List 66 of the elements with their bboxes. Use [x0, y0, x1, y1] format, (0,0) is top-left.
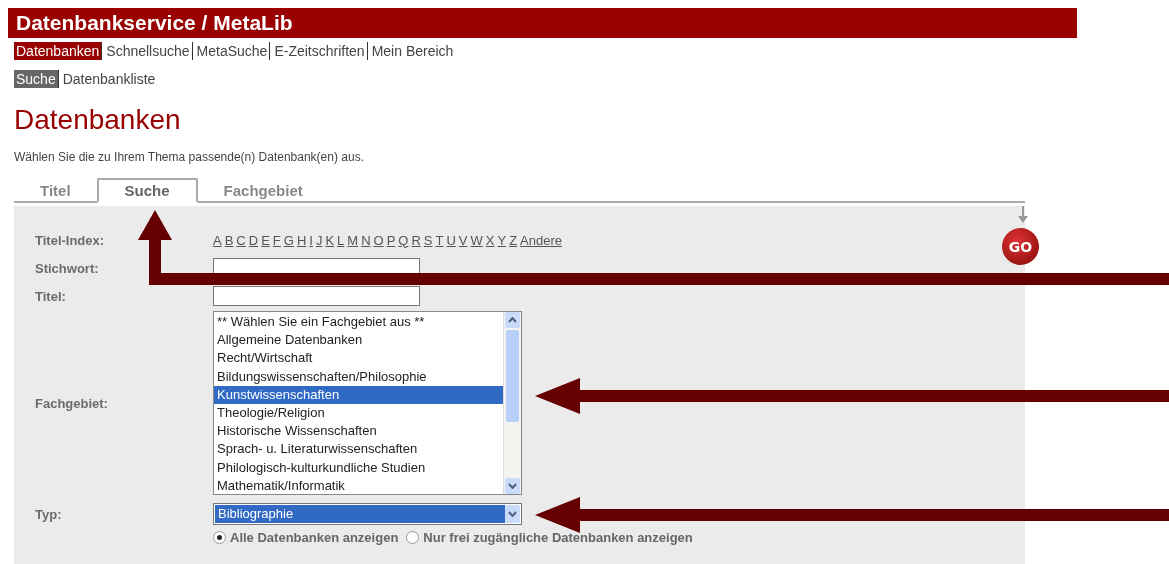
index-link[interactable]: D	[248, 232, 259, 248]
list-option[interactable]: Philologisch-kulturkundliche Studien	[214, 458, 503, 477]
tab[interactable]: Fachgebiet	[197, 182, 329, 201]
subnav-link[interactable]: Datenbankliste	[60, 70, 158, 88]
field-label: Titel-Index:	[35, 232, 106, 248]
index-link[interactable]: T	[435, 232, 444, 248]
go-button[interactable]: GO	[1002, 228, 1039, 265]
index-link[interactable]: O	[373, 232, 384, 248]
index-link[interactable]: V	[458, 232, 468, 248]
list-option[interactable]: Theologie/Religion	[214, 404, 503, 423]
index-link[interactable]: M	[347, 232, 359, 248]
subject-listbox[interactable]	[213, 311, 522, 495]
index-link[interactable]: C	[236, 232, 246, 248]
nav-link[interactable]: Mein Bereich	[369, 42, 456, 60]
radio-button[interactable]	[213, 531, 226, 544]
field-label: Stichwort:	[35, 260, 100, 276]
list-option[interactable]: Bildungswissenschaften/Philosophie	[214, 367, 503, 386]
radio-option[interactable]: Nur frei zugängliche Datenbanken anzeigen	[406, 530, 693, 545]
type-dropdown[interactable]: Bibliographie	[213, 503, 522, 525]
field-label: Fachgebiet:	[35, 395, 109, 411]
list-option[interactable]: Mathematik/Informatik	[214, 476, 503, 496]
list-option[interactable]: Historische Wissenschaften	[214, 422, 503, 441]
field-label: Titel:	[35, 288, 67, 304]
index-link[interactable]: F	[272, 232, 281, 248]
index-link[interactable]: J	[315, 232, 323, 248]
index-link[interactable]: L	[337, 232, 345, 248]
index-link[interactable]: I	[309, 232, 313, 248]
field-label: Typ:	[35, 506, 63, 522]
index-link[interactable]: Y	[497, 232, 507, 248]
instruction-text: Wählen Sie die zu Ihrem Thema passende(n) Datenbank(en) aus.	[14, 150, 365, 164]
index-link[interactable]: U	[446, 232, 456, 248]
radio-option[interactable]: Alle Datenbanken anzeigen	[213, 530, 399, 545]
index-link[interactable]: Z	[509, 232, 518, 248]
radio-button[interactable]	[406, 531, 420, 544]
list-option[interactable]: Kunstwissenschaften	[214, 385, 503, 404]
list-option[interactable]: Sprach- u. Literaturwissenschaften	[214, 440, 503, 459]
index-link[interactable]: Andere	[520, 232, 563, 248]
index-link[interactable]: K	[325, 232, 335, 248]
page-heading: Datenbanken	[14, 104, 182, 136]
index-link[interactable]: N	[361, 232, 371, 248]
index-link[interactable]: G	[283, 232, 294, 248]
index-link[interactable]: R	[411, 232, 421, 248]
index-link[interactable]: W	[470, 232, 483, 248]
index-link[interactable]: A	[213, 232, 222, 248]
site-header: Datenbankservice / MetaLib	[8, 8, 1077, 38]
list-option[interactable]: Allgemeine Datenbanken	[214, 331, 503, 350]
subnav-link[interactable]: Suche	[14, 70, 59, 88]
scrollbar[interactable]	[503, 312, 521, 494]
index-link[interactable]: Q	[398, 232, 409, 248]
list-option[interactable]: Recht/Wirtschaft	[214, 349, 503, 368]
index-link[interactable]: P	[386, 232, 396, 248]
tab[interactable]: Suche	[96, 178, 198, 203]
index-link[interactable]: S	[423, 232, 433, 248]
index-link[interactable]: B	[224, 232, 234, 248]
title-field[interactable]	[213, 286, 420, 306]
connector-arrow	[1018, 205, 1028, 223]
nav-link[interactable]: E-Zeitschriften	[272, 42, 368, 60]
list-option[interactable]: ** Wählen Sie ein Fachgebiet aus **	[214, 313, 503, 332]
nav-link[interactable]: MetaSuche	[194, 42, 271, 60]
index-link[interactable]: X	[485, 232, 495, 248]
caret-icon	[508, 511, 517, 517]
nav-link[interactable]: Datenbanken	[14, 42, 103, 60]
tab[interactable]: Titel	[14, 182, 97, 201]
index-link[interactable]: H	[296, 232, 307, 248]
nav-link[interactable]: Schnellsuche	[104, 42, 193, 60]
index-link[interactable]: E	[261, 232, 270, 248]
